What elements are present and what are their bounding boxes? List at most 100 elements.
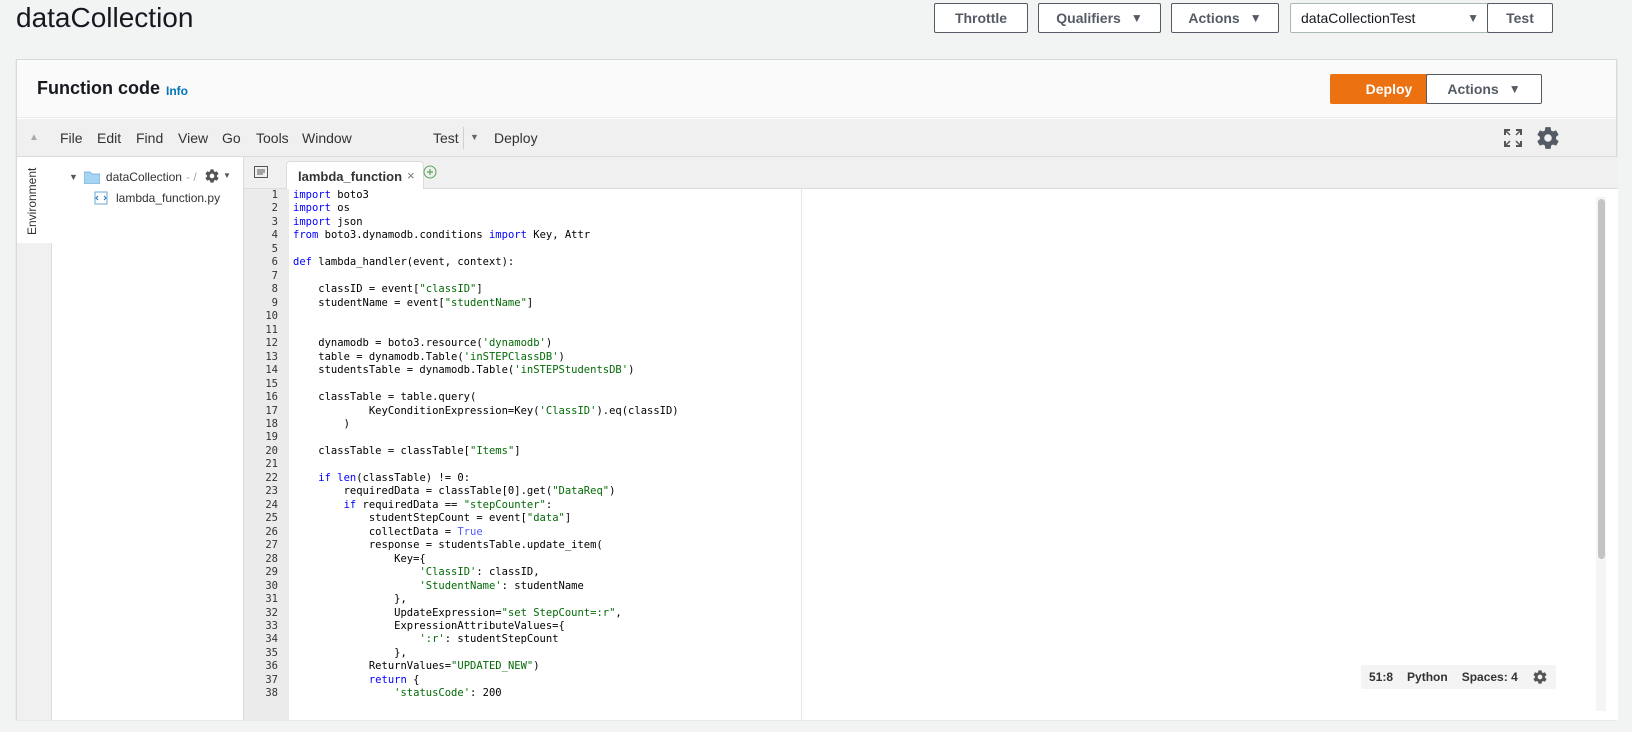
menu-test[interactable]: Test [433, 130, 459, 146]
throttle-button[interactable]: Throttle [934, 3, 1028, 33]
code-line[interactable]: if requiredData == "stepCounter": [293, 499, 1593, 512]
menu-deploy-label: Deploy [494, 130, 538, 146]
code-line[interactable]: KeyConditionExpression=Key('ClassID').eq… [293, 405, 1593, 418]
test-button[interactable]: Test [1487, 3, 1553, 33]
code-line[interactable]: UpdateExpression="set StepCount=:r", [293, 607, 1593, 620]
menu-tools[interactable]: Tools [256, 130, 289, 146]
menu-find[interactable]: Find [136, 130, 163, 146]
code-line[interactable]: dynamodb = boto3.resource('dynamodb') [293, 337, 1593, 350]
info-link[interactable]: Info [166, 84, 188, 98]
line-number: 36 [265, 660, 278, 673]
add-tab-icon[interactable] [423, 165, 437, 179]
line-number: 33 [265, 620, 278, 632]
test-event-select[interactable]: dataCollectionTest ▼ [1290, 3, 1492, 33]
line-number-gutter: 1 2 3 4 5 6 7 8 9 10 11 12 13 14 15 16 17 18 19 20 21 22 23 24 2… [244, 189, 289, 720]
tree-gear-caret-icon[interactable]: ▼ [223, 171, 231, 180]
code-line[interactable]: from boto3.dynamodb.conditions import Ke… [293, 229, 1593, 242]
code-line[interactable]: response = studentsTable.update_item( [293, 539, 1593, 552]
line-number: 19 [265, 431, 278, 444]
code-line[interactable]: }, [293, 593, 1593, 606]
language-mode[interactable]: Python [1407, 670, 1448, 684]
code-line[interactable]: import os [293, 202, 1593, 215]
code-line[interactable]: import json [293, 216, 1593, 229]
line-number: 4 [271, 229, 278, 242]
line-number: 10 [265, 310, 278, 323]
environment-label: Environment [25, 167, 39, 235]
tree-settings-gear-icon[interactable] [204, 168, 220, 184]
fullscreen-icon[interactable] [1503, 128, 1523, 148]
code-line[interactable]: studentStepCount = event["data"] [293, 512, 1593, 525]
line-number: 14 [265, 364, 278, 377]
menu-window[interactable]: Window [302, 130, 352, 146]
caret-down-icon: ▼ [1249, 11, 1262, 25]
menu-file[interactable]: File [60, 130, 83, 146]
line-number: 6 [271, 256, 278, 269]
file-name: lambda_function.py [116, 191, 221, 205]
code-line[interactable]: 'ClassID': classID, [293, 566, 1593, 579]
code-line[interactable]: 'StudentName': studentName [293, 580, 1593, 593]
menu-edit[interactable]: Edit [97, 130, 121, 146]
code-line[interactable] [293, 243, 1593, 256]
qualifiers-button[interactable]: Qualifiers ▼ [1038, 3, 1161, 33]
code-line[interactable]: studentsTable = dynamodb.Table('inSTEPSt… [293, 364, 1593, 377]
code-line[interactable]: classTable = classTable["Items"] [293, 445, 1593, 458]
editor-tabbar: lambda_function × [244, 157, 1618, 189]
test-dropdown-caret-icon[interactable]: ▼ [470, 132, 479, 142]
code-line[interactable]: if len(classTable) != 0: [293, 472, 1593, 485]
tree-file-row[interactable]: lambda_function.py [94, 191, 220, 205]
code-line[interactable] [293, 458, 1593, 471]
code-line[interactable] [293, 324, 1593, 337]
editor-settings-gear-icon[interactable] [1532, 669, 1548, 685]
actions-label: Actions [1188, 10, 1240, 26]
menu-deploy[interactable]: Deploy [494, 130, 538, 146]
folder-path: - / [185, 170, 197, 184]
code-line[interactable] [293, 270, 1593, 283]
code-line[interactable]: classTable = table.query( [293, 391, 1593, 404]
collapse-triangle-icon[interactable]: ▲ [29, 132, 39, 143]
code-line[interactable]: studentName = event["studentName"] [293, 297, 1593, 310]
cursor-position[interactable]: 51:8 [1369, 670, 1393, 684]
line-number: 29 [265, 566, 278, 579]
menu-view[interactable]: View [178, 130, 208, 146]
tab-lambda-function[interactable]: lambda_function × [286, 161, 424, 189]
tree-folder-row[interactable]: ▼ dataCollection - / [69, 170, 197, 184]
gear-icon[interactable] [1535, 125, 1561, 151]
environment-tab[interactable]: Environment [17, 157, 52, 243]
panel-header: Function code Info Deploy Actions ▼ [17, 60, 1616, 118]
menu-go[interactable]: Go [222, 130, 241, 146]
code-content[interactable]: import boto3 import os import json from bot… [293, 189, 1593, 701]
panel-actions-button[interactable]: Actions ▼ [1426, 74, 1542, 104]
code-editor[interactable]: 1 2 3 4 5 6 7 8 9 10 11 12 13 14 15 16 17 18 19 20 21 22 23 24 2… [244, 189, 1618, 720]
throttle-label: Throttle [954, 10, 1008, 26]
line-number: 23 [265, 485, 278, 498]
actions-button[interactable]: Actions ▼ [1171, 3, 1279, 33]
function-code-panel: Function code Info Deploy Actions ▼ ▲ Fi… [16, 59, 1618, 720]
code-line[interactable]: classID = event["classID"] [293, 283, 1593, 296]
indent-setting[interactable]: Spaces: 4 [1462, 670, 1518, 684]
code-line[interactable] [293, 310, 1593, 323]
code-line[interactable]: }, [293, 647, 1593, 660]
code-line[interactable]: 'statusCode': 200 [293, 687, 1593, 700]
test-event-value: dataCollectionTest [1301, 10, 1416, 26]
code-line[interactable]: ) [293, 418, 1593, 431]
tab-close-icon[interactable]: × [407, 168, 415, 183]
line-number: 28 [265, 552, 278, 565]
code-line[interactable]: def lambda_handler(event, context): [293, 256, 1593, 269]
code-line[interactable]: ':r': studentStepCount [293, 633, 1593, 646]
line-number: 1 [271, 189, 278, 201]
code-line[interactable]: import boto3 [293, 189, 1593, 202]
code-line[interactable] [293, 431, 1593, 444]
panel-actions-label: Actions [1447, 81, 1499, 97]
code-line[interactable]: Key={ [293, 553, 1593, 566]
editor-scrollbar-thumb[interactable] [1598, 199, 1605, 559]
code-line[interactable]: table = dynamodb.Table('inSTEPClassDB') [293, 351, 1593, 364]
code-line[interactable]: collectData = True [293, 526, 1593, 539]
ide-menubar: ▲ File Edit Find View Go Tools Window Te… [17, 119, 1616, 157]
code-line[interactable]: ExpressionAttributeValues={ [293, 620, 1593, 633]
tab-label: lambda_function [298, 169, 403, 184]
line-number: 37 [265, 673, 278, 686]
expand-arrow-icon[interactable]: ▼ [69, 172, 78, 182]
code-line[interactable] [293, 378, 1593, 391]
code-line[interactable]: requiredData = classTable[0].get("DataRe… [293, 485, 1593, 498]
tab-list-icon[interactable] [254, 166, 268, 178]
